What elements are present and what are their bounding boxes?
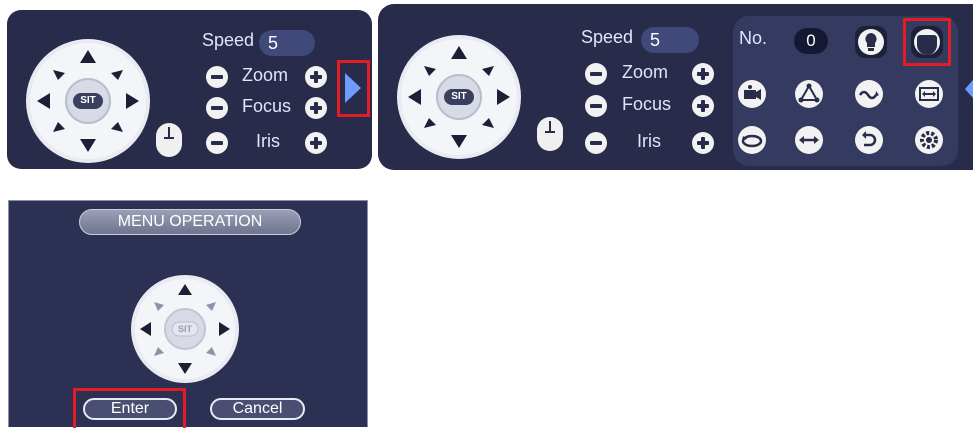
- scan-icon[interactable]: [913, 78, 945, 110]
- preset-number-input[interactable]: 0: [794, 28, 828, 54]
- focus-minus-button[interactable]: [206, 97, 228, 119]
- ptz-expanded-panel: SIT Speed 5 Zoom Focus Iris No. 0: [378, 4, 973, 170]
- focus-plus-button[interactable]: [692, 95, 714, 117]
- zoom-plus-button[interactable]: [305, 66, 327, 88]
- dialog-title: MENU OPERATION: [79, 209, 301, 235]
- collapse-arrow-icon[interactable]: [965, 80, 973, 103]
- preset-number-label: No.: [739, 28, 768, 48]
- rotate-icon[interactable]: [736, 124, 768, 156]
- sit-label: SIT: [451, 91, 467, 102]
- zoom-minus-button[interactable]: [585, 63, 607, 85]
- mouse-icon[interactable]: [156, 123, 182, 157]
- tour-icon[interactable]: [793, 78, 825, 110]
- preset-camera-icon[interactable]: [736, 78, 768, 110]
- mouse-icon[interactable]: [537, 117, 563, 151]
- focus-plus-button[interactable]: [305, 97, 327, 119]
- zoom-minus-button[interactable]: [206, 66, 228, 88]
- ptz-control-panel: SIT Speed 5 Zoom Focus Iris: [7, 10, 372, 169]
- iris-label: Iris: [256, 131, 280, 151]
- iris-minus-button[interactable]: [585, 132, 607, 154]
- iris-minus-button[interactable]: [206, 132, 228, 154]
- speed-input[interactable]: 5: [259, 30, 315, 56]
- pattern-icon[interactable]: [853, 78, 885, 110]
- enter-highlight: [73, 388, 186, 428]
- speed-label: Speed: [581, 27, 634, 47]
- focus-label: Focus: [242, 96, 292, 116]
- focus-label: Focus: [622, 94, 672, 114]
- sit-label: SIT: [80, 95, 96, 106]
- focus-minus-button[interactable]: [585, 95, 607, 117]
- zoom-label: Zoom: [622, 62, 669, 82]
- direction-pad[interactable]: SIT: [396, 34, 522, 160]
- expand-arrow-icon[interactable]: [345, 73, 361, 108]
- wiper-highlight: [903, 18, 951, 66]
- speed-label: Speed: [202, 30, 255, 50]
- pan-icon[interactable]: [793, 124, 825, 156]
- light-bulb-icon[interactable]: [855, 26, 887, 58]
- speed-input[interactable]: 5: [641, 27, 699, 53]
- iris-plus-button[interactable]: [692, 132, 714, 154]
- direction-pad[interactable]: SIT: [25, 38, 151, 164]
- zoom-plus-button[interactable]: [692, 63, 714, 85]
- zoom-label: Zoom: [242, 65, 289, 85]
- iris-label: Iris: [637, 131, 661, 151]
- sit-label: SIT: [177, 324, 192, 334]
- cancel-button[interactable]: Cancel: [210, 398, 305, 420]
- iris-plus-button[interactable]: [305, 132, 327, 154]
- direction-pad[interactable]: SIT: [130, 274, 240, 384]
- flip-icon[interactable]: [853, 124, 885, 156]
- settings-gear-icon[interactable]: [913, 124, 945, 156]
- menu-operation-dialog: MENU OPERATION SIT Enter Cancel: [8, 200, 368, 428]
